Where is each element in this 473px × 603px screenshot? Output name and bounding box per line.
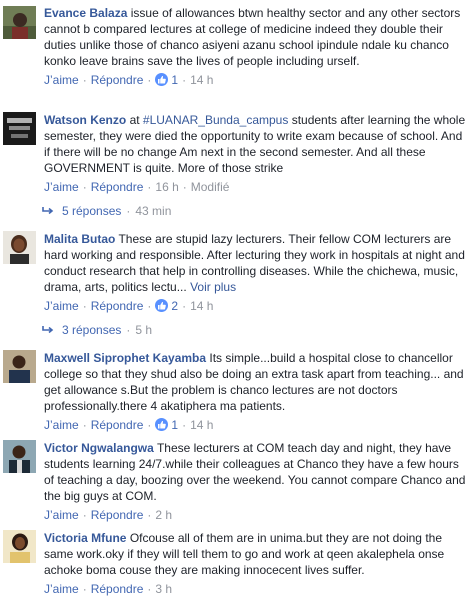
comment-text-block: Victoria Mfune Ofcouse all of them are i…: [44, 530, 466, 578]
avatar[interactable]: [3, 440, 36, 473]
avatar[interactable]: [3, 350, 36, 383]
reply-button[interactable]: Répondre: [91, 73, 144, 87]
replies-toggle[interactable]: 3 réponses · 5 h: [42, 322, 152, 338]
replies-time: 43 min: [135, 204, 172, 218]
separator: ·: [147, 73, 152, 87]
reaction-count[interactable]: 1: [171, 73, 178, 87]
edited-label[interactable]: Modifié: [191, 180, 230, 194]
separator: ·: [147, 299, 152, 313]
replies-toggle[interactable]: 5 réponses · 43 min: [42, 203, 171, 219]
separator: ·: [82, 508, 87, 522]
timestamp[interactable]: 14 h: [190, 418, 213, 432]
author-name[interactable]: Watson Kenzo: [44, 113, 126, 127]
separator: ·: [82, 299, 87, 313]
like-button[interactable]: J’aime: [44, 508, 79, 522]
like-button[interactable]: J’aime: [44, 73, 79, 87]
comment-text-prefix: at: [129, 113, 140, 127]
like-button[interactable]: J’aime: [44, 582, 79, 596]
reply-button[interactable]: Répondre: [91, 418, 144, 432]
comment-actions: J’aime · Répondre · 3 h: [44, 581, 466, 597]
author-name[interactable]: Victor Ngwalangwa: [44, 441, 154, 455]
like-reaction-icon: [155, 73, 169, 86]
comment-text-block: Watson Kenzo at #LUANAR_Bunda_campus stu…: [44, 112, 466, 176]
separator: ·: [147, 180, 152, 194]
like-button[interactable]: J’aime: [44, 418, 79, 432]
reply-button[interactable]: Répondre: [91, 180, 144, 194]
separator: ·: [147, 418, 152, 432]
reply-button[interactable]: Répondre: [91, 582, 144, 596]
author-name[interactable]: Evance Balaza: [44, 6, 127, 20]
like-button[interactable]: J’aime: [44, 180, 79, 194]
avatar[interactable]: [3, 112, 36, 145]
timestamp[interactable]: 3 h: [155, 582, 172, 596]
timestamp[interactable]: 2 h: [155, 508, 172, 522]
comment-actions: J’aime · Répondre · 16 h · Modifié: [44, 179, 466, 195]
comment-actions: J’aime · Répondre · 2 · 14 h: [44, 298, 466, 314]
separator: ·: [182, 418, 187, 432]
timestamp[interactable]: 14 h: [190, 73, 213, 87]
comment-text-block: Maxwell Siprophet Kayamba Its simple...b…: [44, 350, 466, 414]
comment-actions: J’aime · Répondre · 1 · 14 h: [44, 417, 466, 433]
like-reaction-icon: [155, 299, 169, 312]
reaction-count[interactable]: 2: [171, 299, 178, 313]
see-more-link[interactable]: Voir plus: [190, 280, 236, 294]
separator: ·: [82, 180, 87, 194]
author-name[interactable]: Malita Butao: [44, 232, 115, 246]
separator: ·: [82, 73, 87, 87]
reply-button[interactable]: Répondre: [91, 299, 144, 313]
author-name[interactable]: Maxwell Siprophet Kayamba: [44, 351, 206, 365]
avatar[interactable]: [3, 231, 36, 264]
separator: ·: [147, 582, 152, 596]
comment-actions: J’aime · Répondre · 2 h: [44, 507, 466, 523]
reaction-count[interactable]: 1: [171, 418, 178, 432]
timestamp[interactable]: 16 h: [155, 180, 178, 194]
avatar-photo: [3, 231, 36, 264]
comment-text-block: Evance Balaza issue of allowances btwn h…: [44, 5, 466, 69]
replies-count[interactable]: 3 réponses: [62, 323, 121, 337]
avatar-photo: [3, 440, 36, 473]
reply-arrow-icon: [42, 326, 54, 334]
avatar-photo: [3, 350, 36, 383]
separator: ·: [182, 180, 187, 194]
comment-text-block: Malita Butao These are stupid lazy lectu…: [44, 231, 466, 295]
avatar-photo: [3, 6, 36, 39]
comment-actions: J’aime · Répondre · 1 · 14 h: [44, 72, 466, 88]
timestamp[interactable]: 14 h: [190, 299, 213, 313]
avatar-photo: [3, 112, 36, 145]
author-name[interactable]: Victoria Mfune: [44, 531, 126, 545]
avatar-photo: [3, 530, 36, 563]
separator: ·: [82, 582, 87, 596]
comment-text-block: Victor Ngwalangwa These lecturers at COM…: [44, 440, 466, 504]
separator: ·: [126, 323, 131, 337]
reply-button[interactable]: Répondre: [91, 508, 144, 522]
replies-time: 5 h: [135, 323, 153, 337]
avatar[interactable]: [3, 6, 36, 39]
reply-arrow-icon: [42, 207, 54, 215]
separator: ·: [82, 418, 87, 432]
like-reaction-icon: [155, 418, 169, 431]
separator: ·: [182, 299, 187, 313]
separator: ·: [182, 73, 187, 87]
avatar[interactable]: [3, 530, 36, 563]
hashtag-link[interactable]: #LUANAR_Bunda_campus: [143, 113, 288, 127]
replies-count[interactable]: 5 réponses: [62, 204, 121, 218]
like-button[interactable]: J’aime: [44, 299, 79, 313]
separator: ·: [126, 204, 131, 218]
separator: ·: [147, 508, 152, 522]
